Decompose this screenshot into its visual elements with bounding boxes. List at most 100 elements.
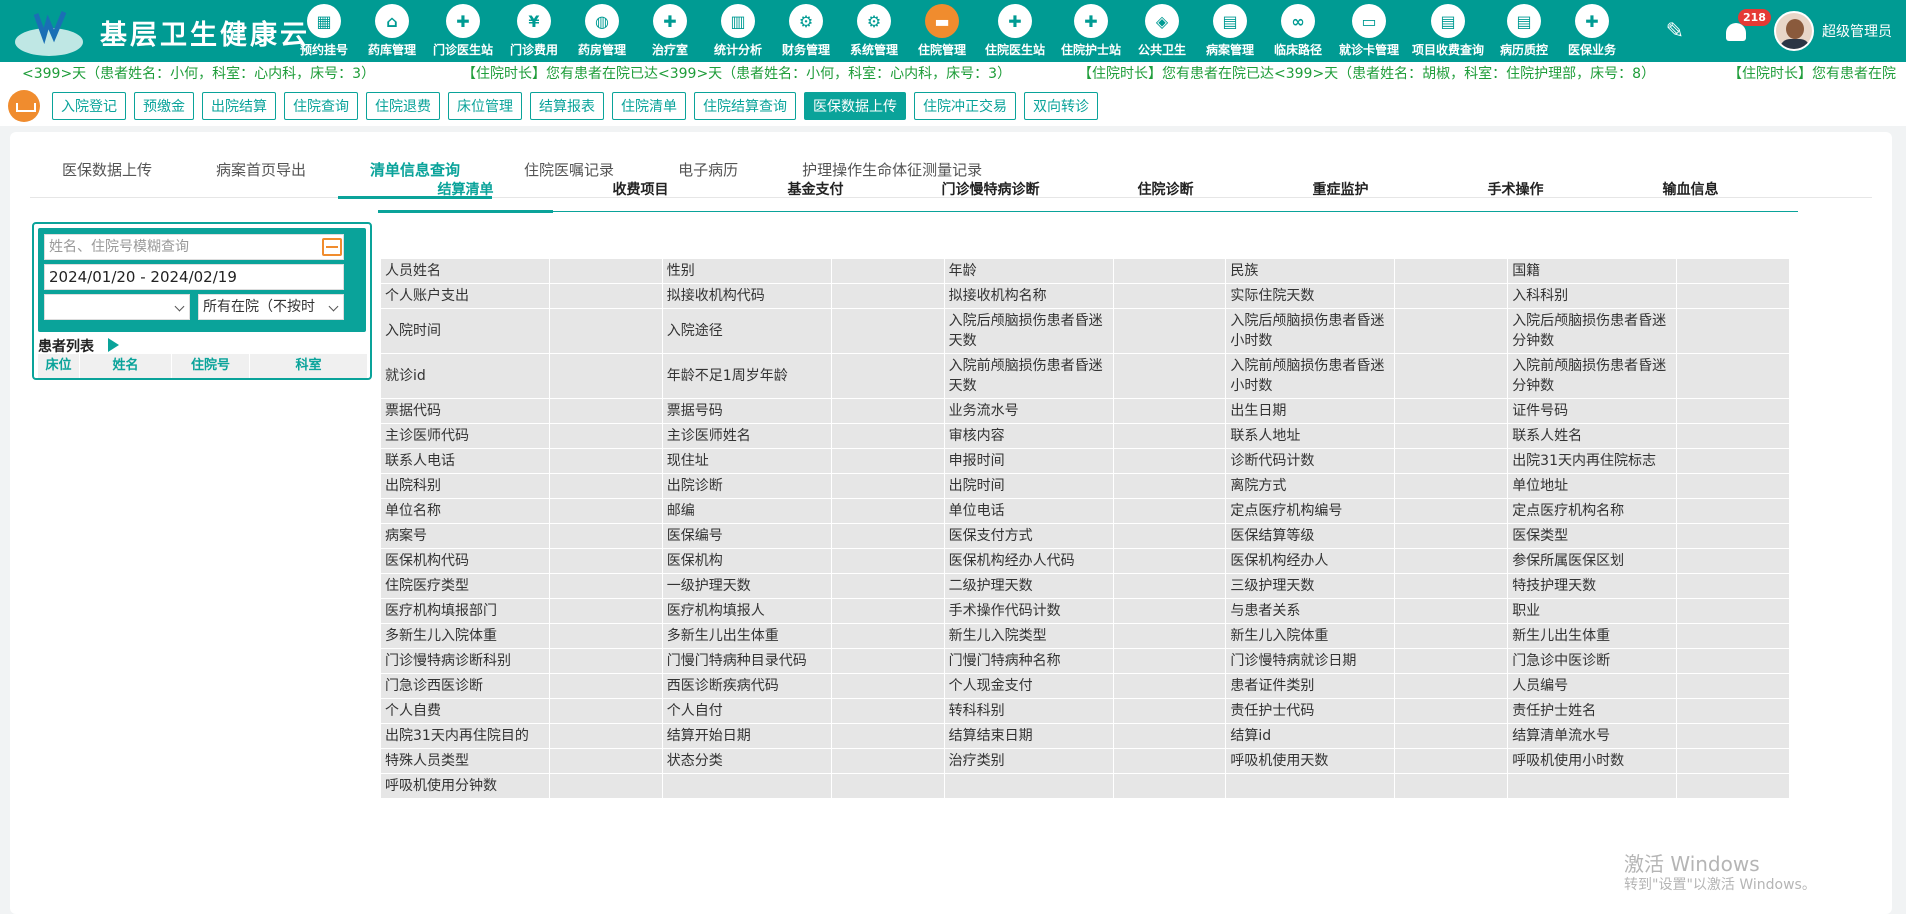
nav-item-6[interactable]: ▥ 统计分析	[704, 0, 772, 62]
nav-item-17[interactable]: ▤ 病历质控	[1490, 0, 1558, 62]
field-value	[1394, 283, 1509, 309]
notification-bell-icon[interactable]: 218	[1724, 9, 1771, 43]
field-value	[830, 573, 945, 599]
field-value	[549, 258, 663, 284]
doctor-icon: ✚	[998, 4, 1032, 38]
bed-icon: ▬	[925, 4, 959, 38]
field-value	[1394, 648, 1509, 674]
subtab-6[interactable]: 手术操作	[1428, 172, 1603, 212]
nav-item-18[interactable]: ✚ 医保业务	[1558, 0, 1626, 62]
nav-item-11[interactable]: ✚ 住院护士站	[1054, 0, 1128, 62]
tab-0[interactable]: 医保数据上传	[30, 152, 184, 198]
field-label: 审核内容	[943, 423, 1114, 449]
nav-item-label: 住院管理	[917, 43, 966, 57]
field-value	[549, 548, 663, 574]
nav-item-3[interactable]: ¥ 门诊费用	[500, 0, 568, 62]
edit-icon[interactable]: ✎	[1666, 19, 1684, 44]
nav-item-14[interactable]: ∞ 临床路径	[1264, 0, 1332, 62]
nav-item-5[interactable]: ✚ 治疗室	[636, 0, 704, 62]
column-header-department: 科室	[250, 354, 368, 378]
field-label: 西医诊断疾病代码	[661, 673, 832, 699]
patient-search-input[interactable]: 姓名、住院号模糊查询	[44, 234, 344, 260]
nav-item-9[interactable]: ▬ 住院管理	[908, 0, 976, 62]
table-row: 呼吸机使用分钟数	[379, 773, 1790, 799]
field-label: 年龄	[943, 258, 1114, 284]
quality-icon: ▤	[1507, 4, 1541, 38]
action-button-1[interactable]: 预缴金	[134, 92, 194, 120]
subtab-2[interactable]: 基金支付	[728, 172, 903, 212]
field-label: 医保机构经办人代码	[943, 548, 1114, 574]
nav-item-0[interactable]: ▦ 预约挂号	[290, 0, 358, 62]
play-icon[interactable]	[108, 338, 119, 352]
action-button-7[interactable]: 住院清单	[612, 92, 686, 120]
nav-item-4[interactable]: ◍ 药房管理	[568, 0, 636, 62]
subtab-1[interactable]: 收费项目	[553, 172, 728, 212]
field-label: 票据代码	[379, 398, 551, 424]
action-button-0[interactable]: 入院登记	[52, 92, 126, 120]
action-button-10[interactable]: 住院冲正交易	[914, 92, 1016, 120]
field-value	[1394, 423, 1509, 449]
field-value	[1394, 353, 1509, 399]
nav-item-15[interactable]: ▭ 就诊卡管理	[1332, 0, 1406, 62]
field-label: 离院方式	[1225, 473, 1396, 499]
field-label: 民族	[1225, 258, 1396, 284]
action-button-5[interactable]: 床位管理	[448, 92, 522, 120]
subtab-7[interactable]: 输血信息	[1603, 172, 1778, 212]
department-select[interactable]	[44, 294, 190, 320]
scan-icon[interactable]	[322, 238, 342, 256]
nav-item-8[interactable]: ⚙ 系统管理	[840, 0, 908, 62]
notice-marquee: <399>天（患者姓名：小何，科室：心内科，床号：3） 【住院时长】您有患者在院已…	[0, 62, 1906, 86]
field-value	[1676, 748, 1790, 774]
field-value	[830, 723, 945, 749]
field-value	[1394, 398, 1509, 424]
table-row: 医疗机构填报部门 医疗机构填报人 手术操作代码计数 与患者关系 职业	[379, 598, 1790, 624]
nav-item-1[interactable]: ⌂ 药库管理	[358, 0, 426, 62]
nav-item-10[interactable]: ✚ 住院医生站	[976, 0, 1054, 62]
subtab-0[interactable]: 结算清单	[378, 172, 553, 213]
action-button-4[interactable]: 住院退费	[366, 92, 440, 120]
field-label: 拟接收机构代码	[661, 283, 832, 309]
field-label: 一级护理天数	[661, 573, 832, 599]
field-value	[830, 548, 945, 574]
marquee-notice: <399>天（患者姓名：小何，科室：心内科，床号：3）	[22, 66, 376, 82]
field-label: 个人自付	[661, 698, 832, 724]
action-button-11[interactable]: 双向转诊	[1024, 92, 1098, 120]
field-label: 申报时间	[943, 448, 1114, 474]
field-value	[830, 473, 945, 499]
table-row: 出院科别 出院诊断 出院时间 离院方式 单位地址	[379, 473, 1790, 499]
subtab-4[interactable]: 住院诊断	[1078, 172, 1253, 212]
action-button-8[interactable]: 住院结算查询	[694, 92, 796, 120]
subtab-5[interactable]: 重症监护	[1253, 172, 1428, 212]
field-label: 医疗机构填报人	[661, 598, 832, 624]
field-label: 呼吸机使用分钟数	[379, 773, 551, 799]
date-range-input[interactable]: 2024/01/20 - 2024/02/19	[44, 264, 344, 290]
user-name[interactable]: 超级管理员	[1822, 21, 1892, 41]
nav-item-12[interactable]: ◈ 公共卫生	[1128, 0, 1196, 62]
nav-item-2[interactable]: ✚ 门诊医生站	[426, 0, 500, 62]
field-value	[1112, 353, 1227, 399]
subtab-3[interactable]: 门诊慢特病诊断	[903, 172, 1078, 212]
avatar[interactable]	[1774, 11, 1814, 51]
field-value	[549, 648, 663, 674]
table-row: 就诊id 年龄不足1周岁年龄 入院前颅脑损伤患者昏迷天数 入院前颅脑损伤患者昏迷小时数…	[379, 353, 1790, 399]
action-button-2[interactable]: 出院结算	[202, 92, 276, 120]
action-button-3[interactable]: 住院查询	[284, 92, 358, 120]
action-button-9[interactable]: 医保数据上传	[804, 92, 906, 120]
field-value	[1112, 283, 1227, 309]
field-value	[1394, 598, 1509, 624]
field-value	[1112, 398, 1227, 424]
field-value	[1676, 353, 1790, 399]
bed-icon[interactable]	[8, 90, 40, 122]
status-select[interactable]: 所有在院（不按时	[198, 294, 344, 320]
field-label: 医保编号	[661, 523, 832, 549]
nav-item-16[interactable]: ▤ 项目收费查询	[1406, 0, 1490, 62]
tab-1[interactable]: 病案首页导出	[184, 152, 338, 198]
field-value	[549, 498, 663, 524]
field-label: 个人现金支付	[943, 673, 1114, 699]
field-label: 呼吸机使用天数	[1225, 748, 1396, 774]
field-value	[1112, 448, 1227, 474]
nav-item-13[interactable]: ▤ 病案管理	[1196, 0, 1264, 62]
field-label: 治疗类别	[943, 748, 1114, 774]
nav-item-7[interactable]: ⚙ 财务管理	[772, 0, 840, 62]
action-button-6[interactable]: 结算报表	[530, 92, 604, 120]
